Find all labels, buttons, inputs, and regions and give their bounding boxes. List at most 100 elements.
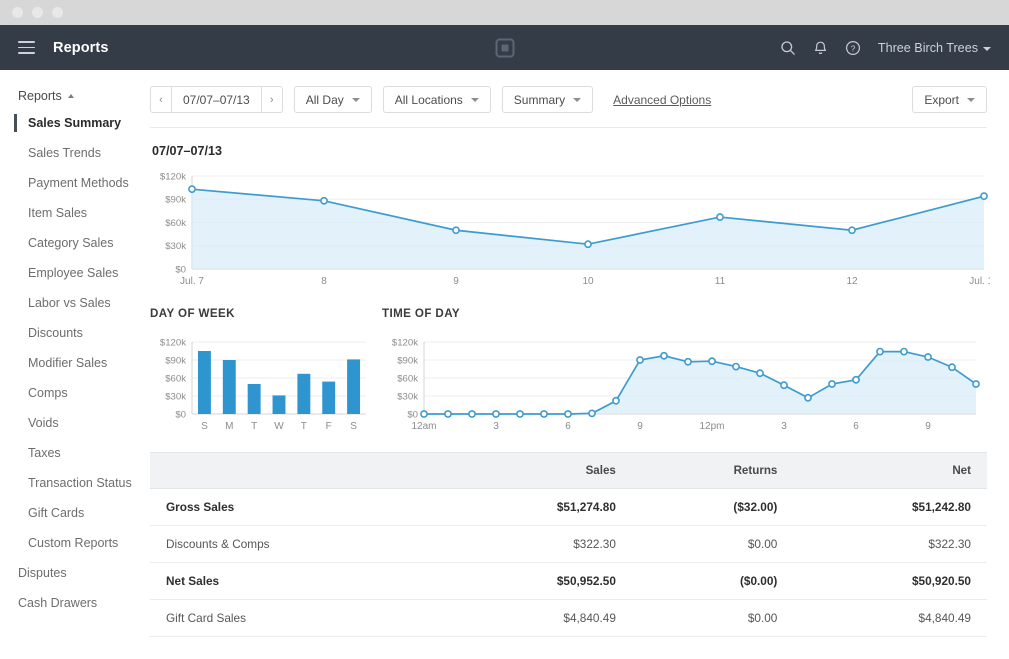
sidebar-item-custom-reports[interactable]: Custom Reports	[0, 528, 150, 558]
row-label: Discounts & Comps	[150, 525, 439, 563]
sidebar-item-label: Comps	[28, 386, 68, 400]
view-filter-dropdown[interactable]: Summary	[501, 86, 594, 113]
svg-text:$60k: $60k	[165, 218, 186, 229]
sidebar-item-labor-vs-sales[interactable]: Labor vs Sales	[0, 288, 150, 318]
svg-text:Jul. 7: Jul. 7	[180, 276, 204, 287]
sidebar-item-payment-methods[interactable]: Payment Methods	[0, 168, 150, 198]
svg-text:$0: $0	[175, 264, 186, 275]
sidebar-section-label: Reports	[18, 89, 62, 103]
help-circle-icon[interactable]: ?	[845, 40, 861, 56]
row-net: $4,840.49	[793, 599, 987, 637]
row-net: $50,920.50	[793, 562, 987, 600]
sidebar-item-label: Modifier Sales	[28, 356, 108, 370]
svg-text:?: ?	[851, 43, 856, 53]
sidebar-item-disputes[interactable]: Disputes	[0, 558, 150, 588]
sidebar-item-label: Item Sales	[28, 206, 88, 220]
day-of-week-title: DAY OF WEEK	[150, 307, 235, 320]
svg-text:$90k: $90k	[165, 355, 186, 366]
svg-text:M: M	[225, 421, 233, 432]
daily-sales-chart: $0 $30k $60k $90k $120k Jul. 7 8 9 10 11 12 Jul. 13	[150, 168, 990, 293]
row-returns: ($0.00)	[631, 562, 794, 600]
sidebar-item-voids[interactable]: Voids	[0, 408, 150, 438]
row-sales: $322.30	[438, 525, 632, 563]
svg-text:$120k: $120k	[160, 171, 186, 182]
sidebar-item-label: Taxes	[28, 446, 61, 460]
sidebar-item-sales-trends[interactable]: Sales Trends	[0, 138, 150, 168]
svg-text:$120k: $120k	[160, 337, 186, 348]
svg-text:$60k: $60k	[397, 373, 418, 384]
day-of-week-chart-svg: $0 $30k $60k $90k $120k S M T W T F S	[160, 337, 366, 432]
sidebar-item-comps[interactable]: Comps	[0, 378, 150, 408]
svg-text:10: 10	[582, 276, 594, 287]
svg-text:Jul. 13: Jul. 13	[969, 276, 990, 287]
row-returns: ($32.00)	[631, 488, 794, 526]
main-content: ‹ 07/07–07/13 › All Day All Locations Su…	[150, 70, 1009, 659]
svg-text:$0: $0	[175, 409, 186, 420]
day-filter-dropdown[interactable]: All Day	[293, 86, 372, 113]
report-toolbar: ‹ 07/07–07/13 › All Day All Locations Su…	[150, 70, 987, 127]
search-icon[interactable]	[780, 40, 796, 56]
date-range-value[interactable]: 07/07–07/13	[172, 87, 261, 112]
sidebar-item-taxes[interactable]: Taxes	[0, 438, 150, 468]
day-of-week-chart: DAY OF WEEK $0 $30k $60k $90k $120k S M T W T F S	[150, 307, 378, 438]
sidebar-item-employee-sales[interactable]: Employee Sales	[0, 258, 150, 288]
secondary-charts: DAY OF WEEK $0 $30k $60k $90k $120k S M T W T F S T…	[150, 293, 987, 438]
chevron-down-icon	[470, 97, 479, 102]
row-sales: $50,952.50	[438, 562, 632, 600]
svg-text:$30k: $30k	[397, 391, 418, 402]
table-row[interactable]: Net Sales $50,952.50 ($0.00) $50,920.50	[150, 562, 987, 600]
export-label: Export	[924, 92, 959, 107]
export-button[interactable]: Export	[912, 86, 987, 113]
row-label: Gross Sales	[150, 488, 439, 526]
app-body: Reports Sales Summary Sales Trends Payme…	[0, 70, 1009, 659]
sidebar-item-item-sales[interactable]: Item Sales	[0, 198, 150, 228]
account-menu[interactable]: Three Birch Trees	[878, 41, 991, 55]
sidebar-item-discounts[interactable]: Discounts	[0, 318, 150, 348]
sidebar-item-label: Transaction Status	[28, 476, 132, 490]
prev-period-button[interactable]: ‹	[151, 87, 172, 112]
day-filter-label: All Day	[305, 92, 344, 107]
sidebar-item-label: Discounts	[28, 326, 83, 340]
square-logo-icon	[495, 38, 514, 57]
table-row[interactable]: Discounts & Comps $322.30 $0.00 $322.30	[150, 525, 987, 563]
svg-text:3: 3	[781, 421, 787, 432]
svg-text:$90k: $90k	[397, 355, 418, 366]
svg-text:3: 3	[493, 421, 499, 432]
report-range-title: 07/07–07/13	[152, 144, 223, 158]
svg-text:9: 9	[637, 421, 643, 432]
window-minimize-dot[interactable]	[32, 7, 43, 18]
sidebar-item-modifier-sales[interactable]: Modifier Sales	[0, 348, 150, 378]
svg-text:12: 12	[846, 276, 858, 287]
window-maximize-dot[interactable]	[52, 7, 63, 18]
sidebar-section-reports[interactable]: Reports	[0, 84, 150, 108]
sidebar-item-transaction-status[interactable]: Transaction Status	[0, 468, 150, 498]
location-filter-dropdown[interactable]: All Locations	[382, 86, 491, 113]
svg-text:6: 6	[853, 421, 859, 432]
hamburger-icon[interactable]	[18, 41, 35, 54]
window-chrome	[0, 0, 1009, 25]
column-header-returns: Returns	[631, 452, 794, 489]
sidebar-item-gift-cards[interactable]: Gift Cards	[0, 498, 150, 528]
advanced-options-link[interactable]: Advanced Options	[613, 93, 711, 107]
sidebar-item-category-sales[interactable]: Category Sales	[0, 228, 150, 258]
svg-text:$30k: $30k	[165, 391, 186, 402]
sidebar-item-cash-drawers[interactable]: Cash Drawers	[0, 588, 150, 618]
window-close-dot[interactable]	[12, 7, 23, 18]
row-returns: $0.00	[631, 525, 794, 563]
notifications-bell-icon[interactable]	[813, 40, 828, 56]
row-sales: $4,840.49	[438, 599, 632, 637]
table-row[interactable]: Gross Sales $51,274.80 ($32.00) $51,242.…	[150, 488, 987, 526]
svg-text:$60k: $60k	[165, 373, 186, 384]
chevron-down-icon	[351, 97, 360, 102]
svg-text:S: S	[201, 421, 208, 432]
svg-text:8: 8	[321, 276, 327, 287]
table-row[interactable]: Gift Card Sales $4,840.49 $0.00 $4,840.4…	[150, 599, 987, 637]
next-period-button[interactable]: ›	[260, 87, 282, 112]
svg-text:$0: $0	[407, 409, 418, 420]
svg-text:11: 11	[715, 276, 726, 287]
row-sales: $51,274.80	[438, 488, 632, 526]
date-range-selector: ‹ 07/07–07/13 ›	[150, 86, 283, 113]
topbar-actions: ? Three Birch Trees	[780, 40, 991, 56]
sidebar-item-sales-summary[interactable]: Sales Summary	[0, 108, 150, 138]
row-returns: $0.00	[631, 599, 794, 637]
